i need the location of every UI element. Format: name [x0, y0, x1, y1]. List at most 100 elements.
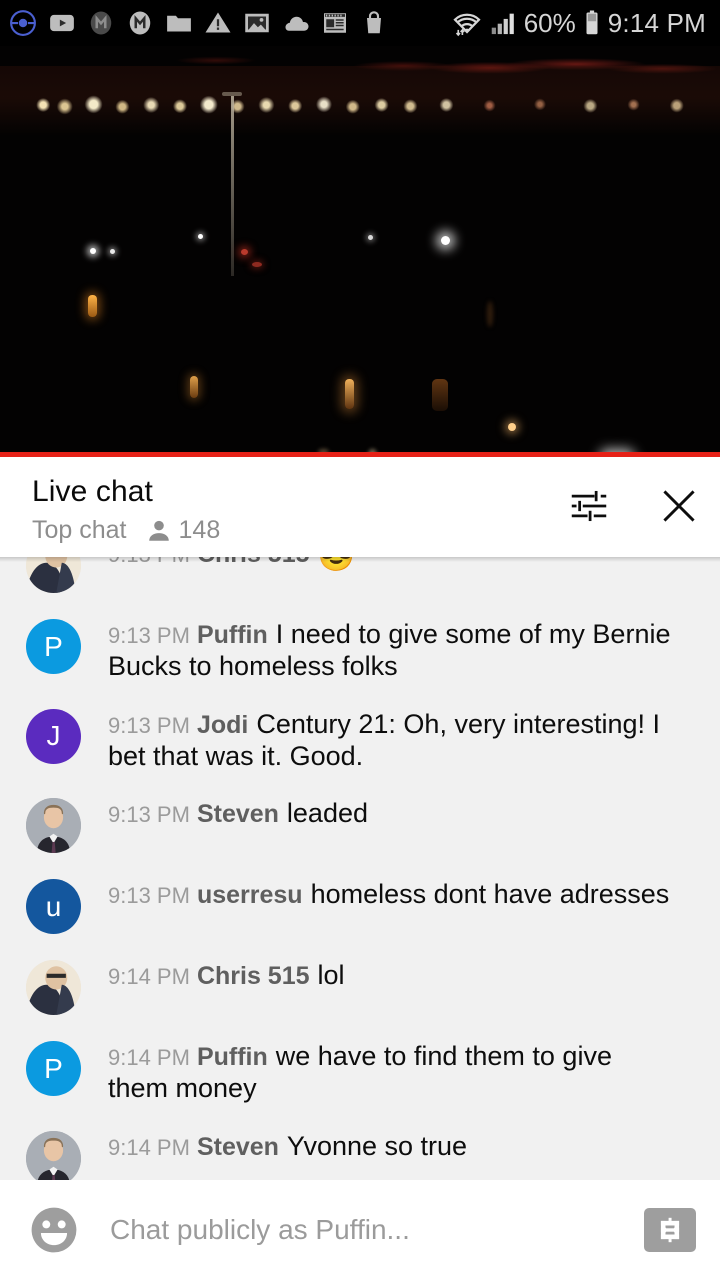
chat-messages-container: 9:13 PMChris 515😎P9:13 PMPuffinI need to… [0, 557, 720, 1180]
message-body: 9:13 PM Chris 515 😎 [108, 557, 355, 572]
video-light-point [432, 379, 448, 411]
message-emoji: 😎 [318, 557, 355, 573]
chat-message[interactable]: P 9:14 PM Puffin we have to find them to gi… [0, 1026, 720, 1116]
message-text: Yvonne so true [286, 1131, 468, 1162]
message-text: lol [317, 960, 345, 991]
message-author[interactable]: Jodi [197, 711, 248, 739]
message-timestamp: 9:14 PM [108, 1135, 190, 1161]
youtube-icon [50, 14, 74, 32]
message-text: Century 21: Oh, very interesting! I bet … [108, 708, 661, 771]
chat-message-list[interactable]: 9:13 PMChris 515😎P9:13 PMPuffinI need to… [0, 557, 720, 1180]
message-author[interactable]: userresu [197, 881, 303, 909]
message-body: 9:13 PM userresu homeless dont have adress… [108, 875, 669, 911]
message-text: leaded [286, 798, 369, 829]
video-light-point [90, 248, 96, 254]
dollar-sign-icon [660, 1217, 680, 1243]
avatar-photo [26, 960, 81, 1016]
video-light-point [368, 235, 373, 240]
emoji-face-icon[interactable] [26, 1202, 82, 1258]
message-body: 9:13 PM Jodi Century 21: Oh, very interest… [108, 705, 673, 773]
avatar[interactable] [26, 960, 81, 1016]
video-night-scene [0, 46, 720, 455]
message-author[interactable]: Puffin [197, 621, 268, 649]
message-body: 9:13 PM Steven leaded [108, 794, 368, 830]
avatar[interactable]: P [26, 619, 81, 674]
chat-subheader: Top chat 148 [32, 516, 566, 545]
notification-icons [8, 8, 450, 38]
message-timestamp: 9:14 PM [108, 1045, 190, 1071]
message-author[interactable]: Chris 515 [197, 962, 310, 990]
chat-message[interactable]: 9:13 PM Chris 515 😎 [0, 557, 720, 604]
news-icon [324, 13, 346, 33]
battery-percent-label: 60% [523, 7, 576, 38]
live-video-player[interactable] [0, 46, 720, 455]
message-body: 9:14 PM Steven Yvonne so true [108, 1127, 467, 1163]
chat-message[interactable]: u 9:13 PM userresu homeless dont have adres… [0, 864, 720, 945]
video-skyline-lights [0, 90, 720, 120]
video-light-point [190, 376, 198, 398]
video-light-point [441, 236, 450, 245]
message-author[interactable]: Puffin [197, 1043, 268, 1071]
live-chat-header: Live chat Top chat 148 [0, 457, 720, 557]
chat-message[interactable]: 9:13 PM Steven leaded [0, 783, 720, 864]
message-timestamp: 9:14 PM [108, 964, 190, 990]
video-light-point [110, 249, 115, 254]
close-icon [663, 490, 695, 522]
message-timestamp: 9:13 PM [108, 883, 190, 909]
avatar[interactable]: J [26, 708, 81, 764]
avatar[interactable] [26, 798, 81, 854]
avatar-photo [26, 557, 81, 593]
message-timestamp: 9:13 PM [108, 557, 190, 567]
status-clock: 9:14 PM [607, 7, 706, 38]
photo-icon [245, 13, 269, 33]
video-light-point [88, 295, 97, 317]
folder-icon [167, 15, 191, 32]
message-timestamp: 9:13 PM [108, 802, 190, 828]
wifi-icon [453, 13, 481, 37]
video-light-point [508, 423, 516, 431]
video-light-point [487, 301, 493, 327]
chat-mode-label[interactable]: Top chat [32, 516, 127, 545]
message-author[interactable]: Steven [197, 1133, 279, 1161]
video-light-point [241, 249, 248, 255]
superchat-button[interactable] [644, 1208, 696, 1252]
pokemon-go-icon [10, 10, 36, 36]
cellular-signal-icon [491, 13, 514, 35]
status-right-cluster: 60% 9:14 PM [450, 8, 706, 39]
chat-settings-button[interactable] [566, 483, 612, 529]
battery-icon [586, 10, 598, 35]
video-light-point [252, 262, 262, 267]
message-body: 9:13 PM Puffin I need to give some of my B… [108, 615, 673, 683]
app-m-icon [129, 11, 151, 35]
chat-input-bar [0, 1180, 720, 1280]
chat-header-actions [566, 475, 702, 529]
message-timestamp: 9:13 PM [108, 623, 190, 648]
avatar[interactable]: u [26, 879, 81, 935]
avatar-photo [26, 798, 81, 854]
close-chat-button[interactable] [656, 483, 702, 529]
message-author[interactable]: Steven [197, 800, 279, 828]
avatar[interactable] [26, 1131, 81, 1180]
person-icon [148, 520, 169, 541]
chat-message[interactable]: 9:14 PM Chris 515 lol [0, 945, 720, 1026]
chat-message[interactable]: J 9:13 PM Jodi Century 21: Oh, very interes… [0, 694, 720, 784]
avatar[interactable]: P [26, 1041, 81, 1097]
chat-input[interactable] [110, 1214, 628, 1246]
message-body: 9:14 PM Puffin we have to find them to giv… [108, 1037, 673, 1105]
cloud-icon [285, 16, 309, 31]
message-author[interactable]: Chris 515 [197, 557, 310, 568]
message-text: homeless dont have adresses [310, 879, 670, 910]
message-body: 9:14 PM Chris 515 lol [108, 956, 345, 992]
chat-message[interactable]: P 9:13 PM Puffin I need to give some of my … [0, 604, 720, 694]
chat-message[interactable]: 9:14 PM Steven Yvonne so true [0, 1116, 720, 1180]
page-title: Live chat [32, 475, 153, 508]
video-light-point [198, 234, 203, 239]
tune-icon [571, 490, 607, 522]
muted-app-icon [90, 11, 112, 35]
message-text: I need to give some of my Bernie Bucks t… [108, 619, 671, 681]
video-utility-pole [231, 96, 234, 276]
message-timestamp: 9:13 PM [108, 712, 190, 738]
avatar[interactable] [26, 557, 81, 593]
shopping-bag-icon [367, 11, 381, 34]
status-bar: 60% 9:14 PM [0, 0, 720, 46]
